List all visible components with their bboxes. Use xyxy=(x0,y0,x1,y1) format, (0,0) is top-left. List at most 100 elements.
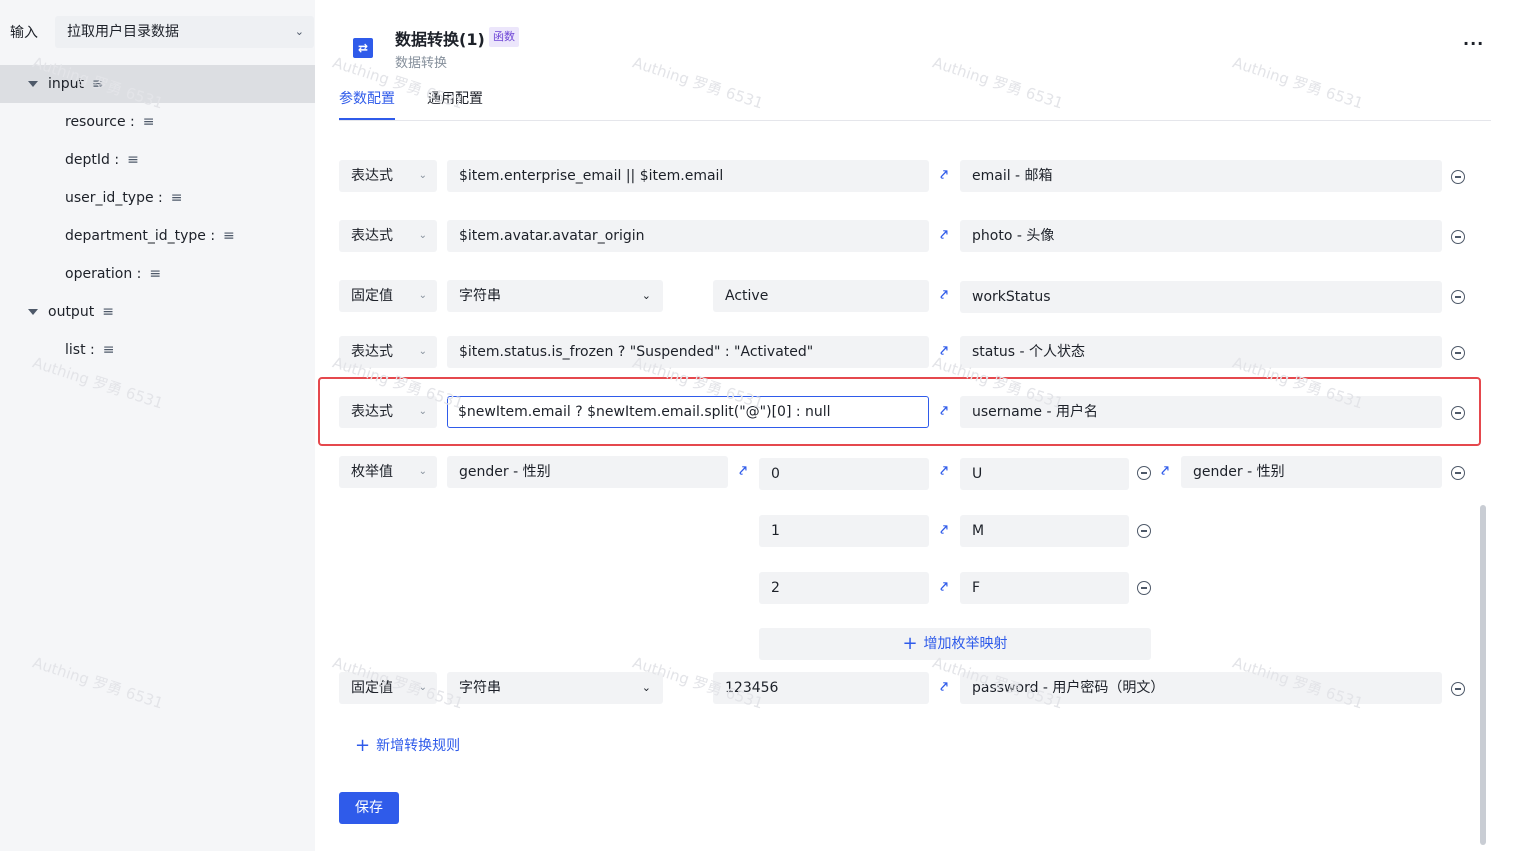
transform-icon: ⇄ xyxy=(353,38,373,58)
link-icon: ⤤ xyxy=(940,404,948,419)
tree-node-label: user_id_type : xyxy=(65,190,163,206)
enum-to-input[interactable]: F xyxy=(960,572,1129,604)
chevron-down-icon: ⌄ xyxy=(641,289,651,302)
enum-from-input[interactable]: 1 xyxy=(759,515,929,547)
enum-to-input[interactable]: M xyxy=(960,515,1129,547)
target-field-select[interactable]: password - 用户密码（明文） xyxy=(960,672,1442,704)
target-field-select[interactable]: photo - 头像 xyxy=(960,220,1442,252)
watermark: Authing 罗勇 6531 xyxy=(930,53,1066,113)
tab-divider xyxy=(339,120,1491,121)
link-icon: ⤤ xyxy=(940,228,948,243)
remove-rule-icon[interactable] xyxy=(1451,466,1465,480)
remove-mapping-icon[interactable] xyxy=(1137,466,1151,480)
tree-node-output[interactable]: output ≡ xyxy=(0,293,114,331)
value-type-select[interactable]: 字符串 ⌄ xyxy=(447,280,663,312)
fixed-value-input[interactable]: Active xyxy=(713,280,929,312)
remove-rule-icon[interactable] xyxy=(1451,230,1465,244)
scrollbar-thumb[interactable] xyxy=(1480,505,1486,845)
target-field-select[interactable]: workStatus xyxy=(960,281,1442,313)
tree-node-label: input xyxy=(48,76,85,92)
add-enum-mapping-button[interactable]: + 增加枚举映射 xyxy=(759,628,1151,660)
fixed-value-input[interactable]: 123456 xyxy=(713,672,929,704)
rule-type-select[interactable]: 枚举值 ⌄ xyxy=(339,456,437,488)
chevron-down-icon: ⌄ xyxy=(418,290,427,301)
rule-type-value: 表达式 xyxy=(351,404,393,420)
menu-icon: ≡ xyxy=(102,342,115,358)
tree-node-label: department_id_type : xyxy=(65,228,216,244)
rule-type-select[interactable]: 表达式 ⌄ xyxy=(339,336,437,368)
link-icon: ⤤ xyxy=(940,580,948,595)
save-button[interactable]: 保存 xyxy=(339,792,399,824)
add-rule-button[interactable]: + 新增转换规则 xyxy=(355,735,460,756)
rule-type-select[interactable]: 固定值 ⌄ xyxy=(339,672,437,704)
remove-rule-icon[interactable] xyxy=(1451,682,1465,696)
menu-icon: ≡ xyxy=(102,304,114,320)
menu-icon: ≡ xyxy=(142,114,155,130)
chevron-down-icon: ⌄ xyxy=(418,406,427,417)
menu-icon: ≡ xyxy=(127,152,139,168)
value-type-value: 字符串 xyxy=(459,288,501,304)
chevron-down-icon: ⌄ xyxy=(641,681,651,694)
value-type-select[interactable]: 字符串 ⌄ xyxy=(447,672,663,704)
link-icon: ⤤ xyxy=(739,464,747,479)
menu-icon: ≡ xyxy=(170,190,183,206)
tree-node-deptid[interactable]: deptId : ≡ xyxy=(0,141,139,179)
remove-mapping-icon[interactable] xyxy=(1137,524,1151,538)
enum-source-field-select[interactable]: gender - 性别 xyxy=(447,456,728,488)
function-tag: 函数 xyxy=(489,27,519,47)
expression-input[interactable]: $item.enterprise_email || $item.email xyxy=(447,160,929,192)
expression-input[interactable]: $item.status.is_frozen ? "Suspended" : "… xyxy=(447,336,929,368)
chevron-down-icon: ⌄ xyxy=(418,230,427,241)
watermark: Authing 罗勇 6531 xyxy=(1230,53,1366,113)
tab-general-config[interactable]: 通用配置 xyxy=(427,88,483,108)
value-type-value: 字符串 xyxy=(459,680,501,696)
enum-to-input[interactable]: U xyxy=(960,458,1129,490)
link-icon: ⤤ xyxy=(940,680,948,695)
rule-type-value: 固定值 xyxy=(351,288,393,304)
rule-type-value: 固定值 xyxy=(351,680,393,696)
watermark: Authing 罗勇 6531 xyxy=(630,53,766,113)
tree-node-resource[interactable]: resource : ≡ xyxy=(0,103,154,141)
expression-input[interactable]: $item.avatar.avatar_origin xyxy=(447,220,929,252)
enum-from-input[interactable]: 0 xyxy=(759,458,929,490)
rule-type-select[interactable]: 表达式 ⌄ xyxy=(339,220,437,252)
rule-type-select[interactable]: 表达式 ⌄ xyxy=(339,160,437,192)
remove-rule-icon[interactable] xyxy=(1451,346,1465,360)
rule-type-value: 枚举值 xyxy=(351,464,393,480)
rule-type-select[interactable]: 固定值 ⌄ xyxy=(339,280,437,312)
rule-type-value: 表达式 xyxy=(351,344,393,360)
tree-node-department-id-type[interactable]: department_id_type : ≡ xyxy=(0,217,235,255)
tree-node-label: operation : xyxy=(65,266,142,282)
tree-node-input[interactable]: input ≡ xyxy=(0,65,315,103)
node-title: 数据转换(1) xyxy=(395,30,485,49)
remove-rule-icon[interactable] xyxy=(1451,170,1465,184)
caret-down-icon[interactable] xyxy=(28,81,38,87)
remove-rule-icon[interactable] xyxy=(1451,406,1465,420)
tab-param-config[interactable]: 参数配置 xyxy=(339,88,395,108)
add-enum-mapping-label: 增加枚举映射 xyxy=(923,636,1008,652)
tree-node-operation[interactable]: operation : ≡ xyxy=(0,255,161,293)
link-icon: ⤤ xyxy=(940,464,948,479)
chevron-down-icon: ⌄ xyxy=(418,170,427,181)
plus-icon: + xyxy=(355,735,371,756)
enum-from-input[interactable]: 2 xyxy=(759,572,929,604)
tree-node-user-id-type[interactable]: user_id_type : ≡ xyxy=(0,179,183,217)
target-field-select[interactable]: gender - 性别 xyxy=(1181,456,1442,488)
tree-node-label: output xyxy=(48,304,95,320)
target-field-select[interactable]: status - 个人状态 xyxy=(960,336,1442,368)
input-source-value: 拉取用户目录数据 xyxy=(67,24,179,40)
tree-node-list[interactable]: list : ≡ xyxy=(0,331,114,369)
remove-mapping-icon[interactable] xyxy=(1137,581,1151,595)
more-icon[interactable]: ··· xyxy=(1463,34,1484,53)
target-field-select[interactable]: email - 邮箱 xyxy=(960,160,1442,192)
link-icon: ⤤ xyxy=(940,344,948,359)
target-field-select[interactable]: username - 用户名 xyxy=(960,396,1442,428)
chevron-down-icon: ⌄ xyxy=(294,25,304,38)
remove-rule-icon[interactable] xyxy=(1451,290,1465,304)
input-source-select[interactable]: 拉取用户目录数据 ⌄ xyxy=(55,16,314,48)
caret-down-icon[interactable] xyxy=(28,309,38,315)
rule-type-select[interactable]: 表达式 ⌄ xyxy=(339,396,437,428)
expression-input-focused[interactable]: $newItem.email ? $newItem.email.split("@… xyxy=(447,396,929,428)
input-label: 输入 xyxy=(10,25,38,41)
menu-icon: ≡ xyxy=(149,266,162,282)
